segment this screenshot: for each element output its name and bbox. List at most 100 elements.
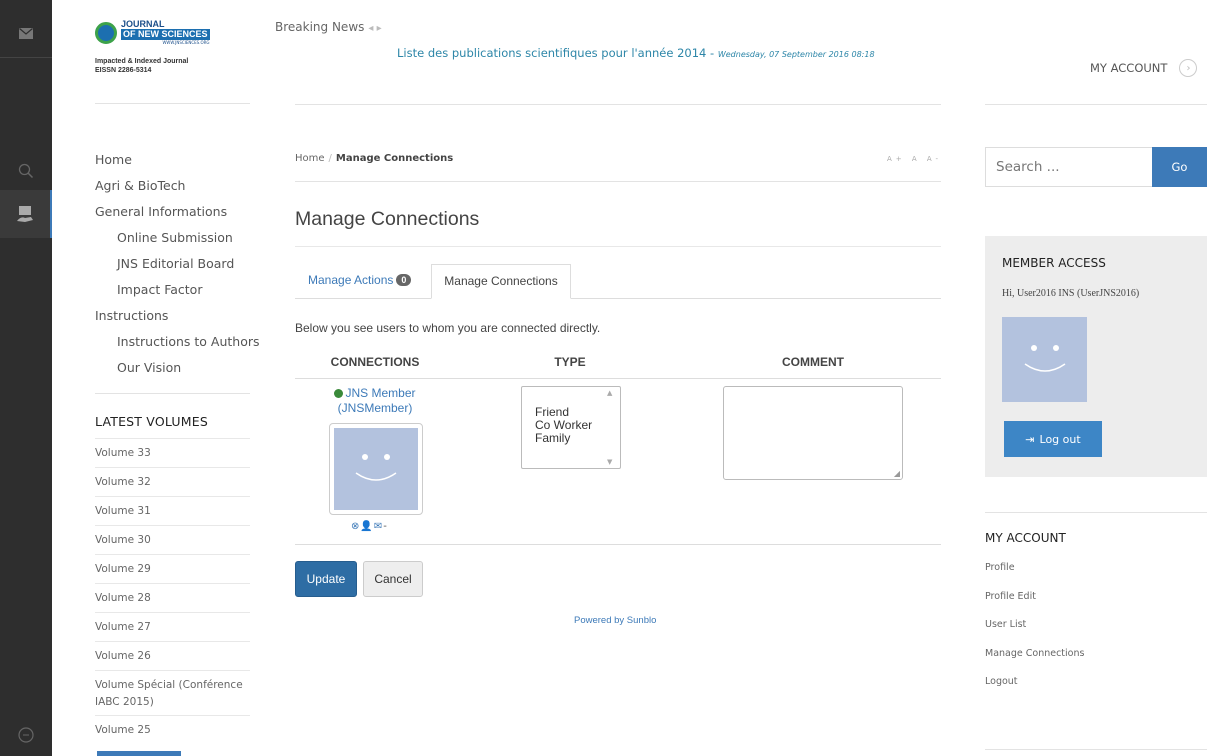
- my-account-title: MY ACCOUNT: [985, 531, 1066, 545]
- member-greeting: Hi, User2016 INS (UserJNS2016): [1002, 288, 1140, 299]
- cancel-button[interactable]: Cancel: [363, 561, 423, 597]
- divider: [95, 393, 250, 394]
- breadcrumb-separator: /: [328, 153, 332, 164]
- circle-up-icon[interactable]: [0, 710, 52, 756]
- member-access-panel: MEMBER ACCESS Hi, User2016 INS (UserJNS2…: [985, 236, 1207, 477]
- my-account-link[interactable]: User List: [985, 619, 1084, 648]
- search-go-button[interactable]: Go: [1152, 147, 1207, 187]
- logout-button[interactable]: ⇥ Log out: [1004, 421, 1102, 457]
- tab-manage-actions[interactable]: Manage Actions 0: [308, 273, 412, 287]
- nav-item[interactable]: General Informations: [95, 204, 260, 230]
- main-nav: Home Agri & BioTech General Informations On…: [95, 152, 260, 386]
- logo-eissn: EISSN 2286-5314: [95, 67, 152, 74]
- my-account-link[interactable]: Profile Edit: [985, 591, 1084, 620]
- logo-line1: JOURNAL: [121, 19, 165, 29]
- resize-grip-icon[interactable]: ◢: [894, 469, 900, 478]
- my-account-label[interactable]: MY ACCOUNT: [1090, 61, 1167, 75]
- divider: [295, 544, 941, 545]
- nav-item[interactable]: Agri & BioTech: [95, 178, 260, 204]
- volume-link[interactable]: Volume Spécial (Conférence IABC 2015): [95, 670, 250, 715]
- nav-item[interactable]: Online Submission: [95, 230, 260, 256]
- volume-link[interactable]: Volume 25: [95, 715, 250, 744]
- logo-emblem-icon: [95, 21, 117, 44]
- member-name-link[interactable]: JNS Member: [345, 386, 415, 400]
- divider: [295, 246, 941, 247]
- mail-icon[interactable]: [0, 10, 52, 58]
- actions-count-badge: 0: [396, 274, 412, 286]
- chevron-right-icon[interactable]: ›: [1179, 59, 1198, 77]
- volume-link[interactable]: Volume 29: [95, 554, 250, 583]
- more-volumes-button[interactable]: [97, 751, 181, 756]
- divider: [985, 512, 1207, 513]
- search-input[interactable]: Search ...: [985, 147, 1152, 187]
- volume-link[interactable]: Volume 32: [95, 467, 250, 496]
- nav-item[interactable]: Home: [95, 152, 260, 178]
- volume-link[interactable]: Volume 31: [95, 496, 250, 525]
- breaking-news-text: Breaking News: [275, 20, 365, 34]
- logout-label[interactable]: Log out: [1040, 433, 1081, 446]
- latest-volumes-list: Volume 33 Volume 32 Volume 31 Volume 30 Volu…: [95, 438, 250, 744]
- type-option-family[interactable]: Family: [535, 432, 592, 445]
- volume-link[interactable]: Volume 27: [95, 612, 250, 641]
- nav-item[interactable]: Instructions to Authors: [95, 334, 260, 360]
- user-profile-icon[interactable]: 👤: [360, 521, 373, 532]
- member-access-title: MEMBER ACCESS: [1002, 256, 1106, 270]
- message-icon[interactable]: ✉: [374, 521, 383, 532]
- divider: [985, 104, 1207, 105]
- search-form: Search ... Go: [985, 147, 1207, 187]
- breadcrumb: Home / Manage Connections: [295, 153, 453, 164]
- scroll-up-icon[interactable]: ▲: [607, 389, 612, 397]
- action-separator: -: [383, 521, 388, 532]
- news-ticker[interactable]: Liste des publications scientifiques pou…: [397, 46, 875, 60]
- divider: [95, 103, 250, 104]
- my-account-toggle[interactable]: MY ACCOUNT ›: [1090, 59, 1198, 77]
- connection-type-select[interactable]: Friend Co Worker Family ▲ ▼: [521, 386, 621, 469]
- volume-link[interactable]: Volume 28: [95, 583, 250, 612]
- column-header-comment: COMMENT: [782, 355, 844, 369]
- remove-connection-icon[interactable]: ⊗: [351, 521, 360, 532]
- breadcrumb-current: Manage Connections: [335, 153, 454, 164]
- select-scrollbar[interactable]: ▲ ▼: [604, 389, 618, 466]
- update-button[interactable]: Update: [295, 561, 357, 597]
- tab-manage-connections[interactable]: Manage Connections: [431, 264, 571, 299]
- volume-link[interactable]: Volume 33: [95, 438, 250, 467]
- tab-bar: Manage Actions 0 Manage Connections: [295, 264, 941, 299]
- comment-textarea[interactable]: ◢: [723, 386, 903, 480]
- column-header-type: TYPE: [554, 355, 586, 369]
- powered-by-link[interactable]: Powered by Sunblo: [574, 615, 656, 626]
- tab-manage-actions-label[interactable]: Manage Actions: [308, 273, 393, 287]
- logo-url: WWW.JNSCIENCES.ORG: [162, 40, 210, 45]
- logo-line2: OF NEW SCIENCES: [121, 29, 210, 40]
- logout-icon: ⇥: [1025, 432, 1035, 446]
- nav-item[interactable]: Instructions: [95, 308, 260, 334]
- ticker-arrows-icon[interactable]: ◂ ▸: [368, 23, 381, 34]
- nav-item[interactable]: JNS Editorial Board: [95, 256, 260, 282]
- site-logo[interactable]: JOURNAL OF NEW SCIENCES WWW.JNSCIENCES.O…: [95, 20, 255, 75]
- reader-icon[interactable]: [0, 190, 52, 238]
- breaking-news-label: Breaking News ◂ ▸: [275, 20, 382, 34]
- volume-link[interactable]: Volume 26: [95, 641, 250, 670]
- nav-item[interactable]: Our Vision: [95, 360, 260, 386]
- member-action-icons: ⊗👤✉-: [351, 521, 388, 532]
- user-avatar: [1002, 317, 1087, 402]
- avatar-placeholder-icon: [334, 428, 418, 510]
- connection-member[interactable]: JNS Member (JNSMember): [295, 386, 455, 416]
- member-avatar[interactable]: [329, 423, 423, 515]
- search-icon[interactable]: [0, 146, 52, 196]
- divider: [295, 181, 941, 182]
- latest-volumes-title: LATEST VOLUMES: [95, 414, 208, 429]
- scroll-down-icon[interactable]: ▼: [607, 458, 612, 466]
- ticker-date: Wednesday, 07 September 2016 08:18: [717, 50, 875, 59]
- ticker-headline[interactable]: Liste des publications scientifiques pou…: [397, 46, 714, 60]
- font-size-controls[interactable]: A+ A A-: [887, 155, 942, 163]
- nav-item[interactable]: Impact Factor: [95, 282, 260, 308]
- my-account-links: Profile Profile Edit User List Manage Conne…: [985, 562, 1084, 705]
- divider: [295, 378, 941, 379]
- volume-link[interactable]: Volume 30: [95, 525, 250, 554]
- member-username[interactable]: (JNSMember): [295, 401, 455, 416]
- my-account-link[interactable]: Manage Connections: [985, 648, 1084, 677]
- logo-tagline: Impacted & Indexed Journal: [95, 58, 189, 65]
- my-account-link[interactable]: Profile: [985, 562, 1084, 591]
- my-account-link[interactable]: Logout: [985, 676, 1084, 705]
- breadcrumb-home[interactable]: Home: [295, 153, 325, 164]
